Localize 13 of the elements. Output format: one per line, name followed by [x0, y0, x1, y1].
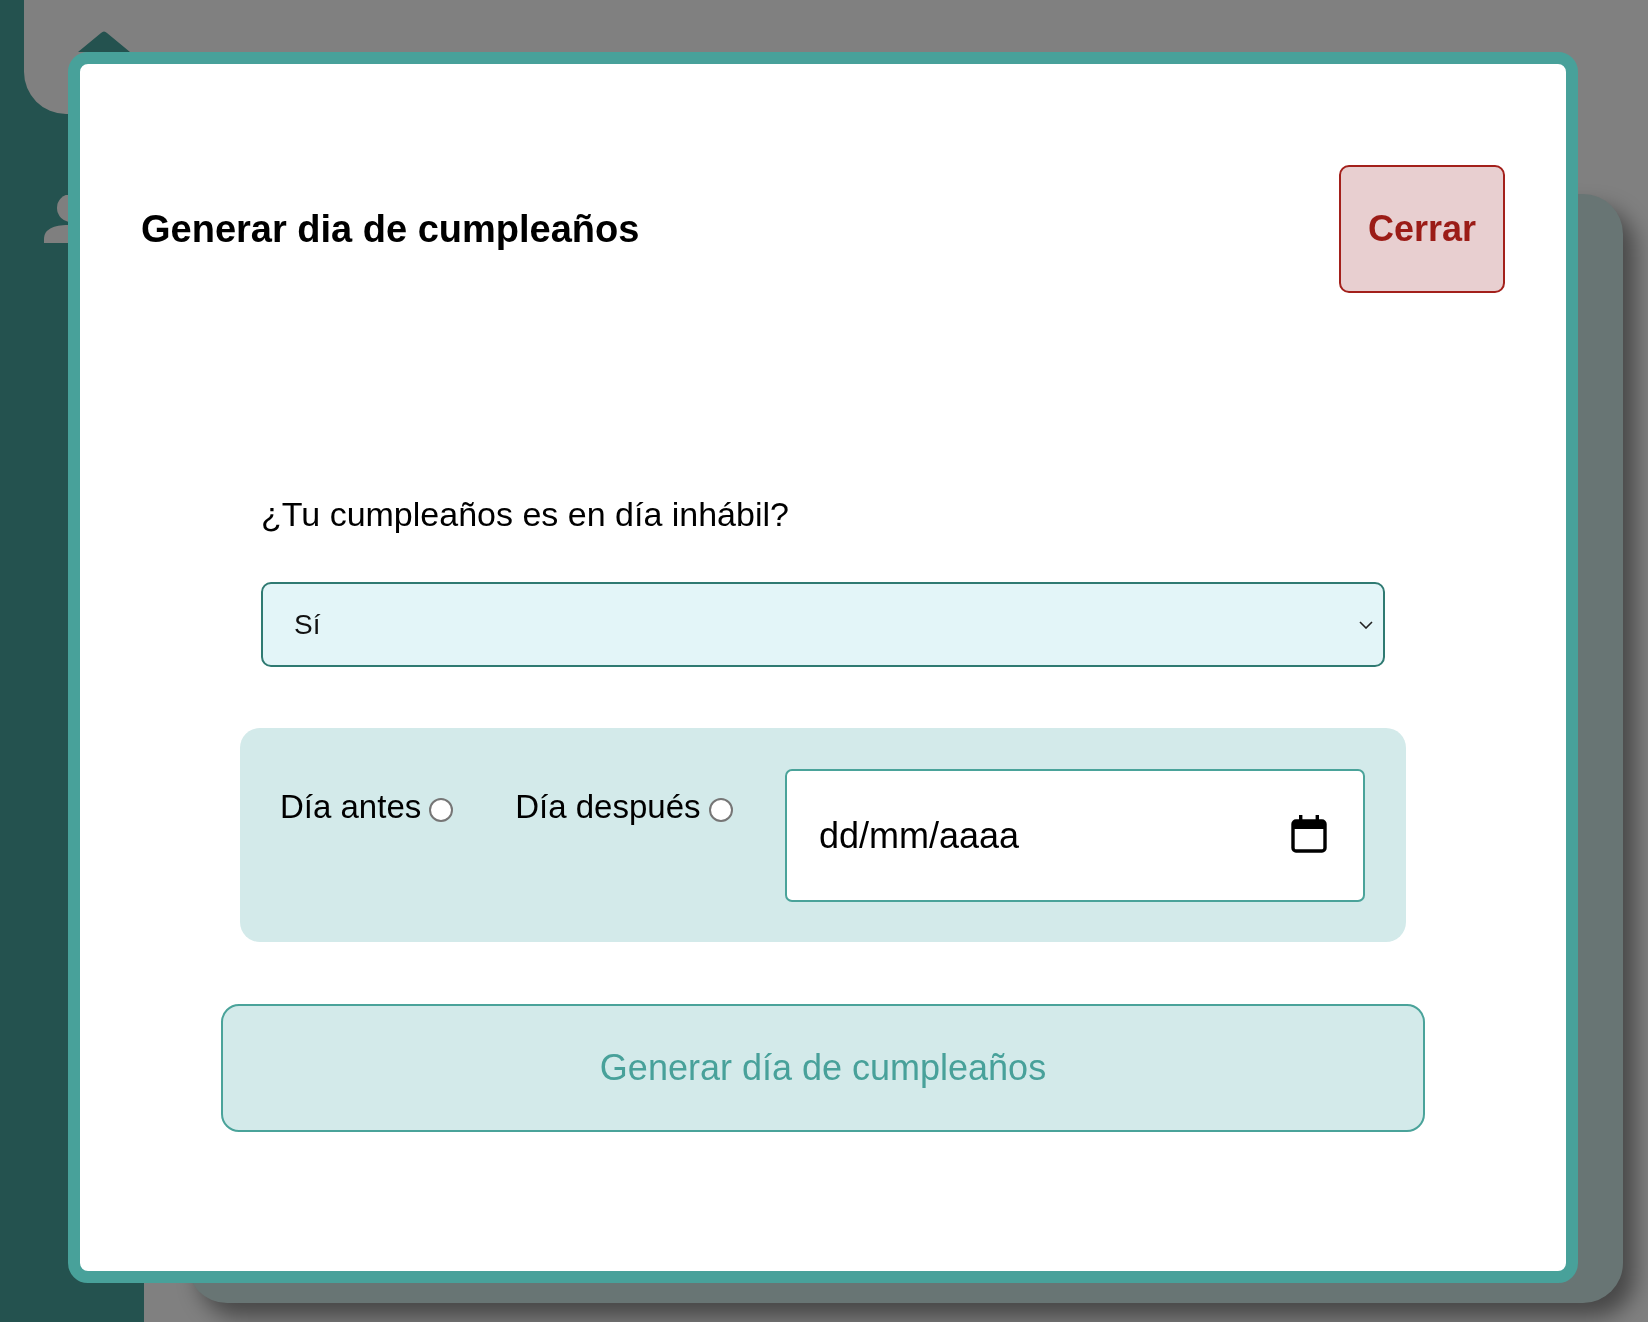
user-icon — [44, 195, 68, 243]
option-label: Día antes — [280, 787, 422, 827]
radio-button[interactable] — [429, 798, 454, 822]
chevron-down-icon — [1359, 620, 1373, 629]
option-label: Día después — [515, 787, 701, 827]
triangle-icon — [78, 31, 130, 52]
question-label: ¿Tu cumpleaños es en día inhábil? — [261, 494, 790, 535]
modal-title: Generar dia de cumpleaños — [141, 207, 640, 251]
calendar-icon[interactable] — [1291, 815, 1327, 853]
close-button[interactable]: Cerrar — [1339, 165, 1505, 293]
date-field[interactable]: dd/mm/aaaa — [785, 769, 1365, 902]
radio-button[interactable] — [708, 798, 733, 822]
answer-dropdown[interactable]: Sí — [261, 582, 1385, 667]
